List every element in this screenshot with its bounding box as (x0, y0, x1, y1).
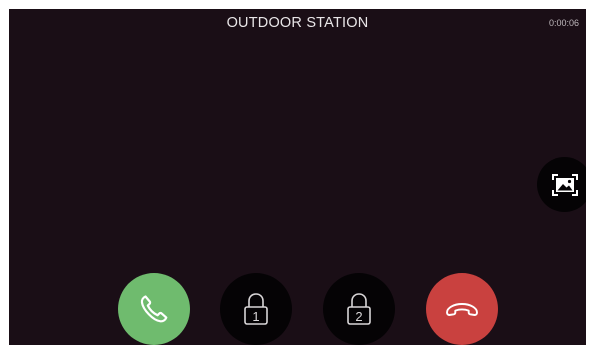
hangup-button[interactable] (426, 273, 498, 345)
unlock-2-button[interactable]: 2 (323, 273, 395, 345)
unlock-1-label: 1 (252, 309, 259, 324)
unlock-1-button[interactable]: 1 (220, 273, 292, 345)
image-capture-icon (551, 173, 579, 197)
unlock-2-label: 2 (355, 309, 362, 324)
snapshot-button[interactable] (537, 157, 586, 212)
intercom-call-screen: OUTDOOR STATION 0:00:06 1 2 (9, 9, 586, 345)
padlock-icon: 2 (344, 291, 374, 327)
call-timer: 0:00:06 (548, 18, 579, 28)
phone-icon (137, 292, 171, 326)
padlock-icon: 1 (241, 291, 271, 327)
station-title: OUTDOOR STATION (226, 15, 369, 31)
answer-button[interactable] (118, 273, 190, 345)
phone-hangup-icon (444, 299, 480, 319)
